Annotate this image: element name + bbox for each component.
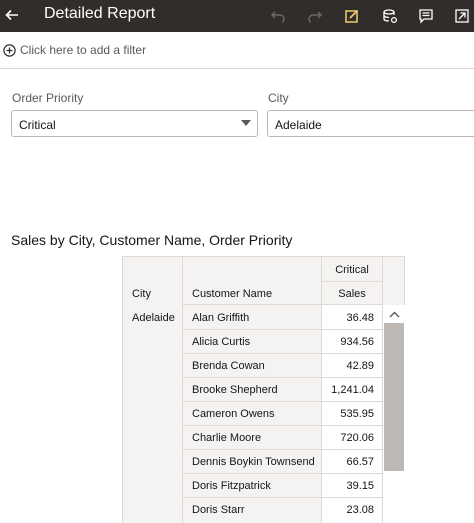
scroll-header-bg bbox=[383, 256, 405, 305]
edit-button[interactable] bbox=[341, 5, 363, 27]
chevron-up-icon bbox=[389, 311, 399, 317]
chevron-down-icon bbox=[241, 120, 251, 126]
row-divider bbox=[183, 353, 383, 354]
back-button[interactable] bbox=[2, 4, 22, 26]
sales-cell: 1,241.04 bbox=[331, 384, 374, 396]
pivot-table: City Customer Name Critical Sales Adelai… bbox=[122, 256, 405, 523]
header-city: City bbox=[132, 288, 151, 300]
comment-button[interactable] bbox=[415, 5, 437, 27]
customer-name-cell: Alan Griffith bbox=[192, 312, 250, 324]
row-divider bbox=[183, 497, 383, 498]
data-button[interactable] bbox=[379, 5, 401, 27]
sales-cell: 535.95 bbox=[340, 408, 374, 420]
top-bar: Detailed Report bbox=[0, 0, 474, 32]
add-filter-label: Click here to add a filter bbox=[20, 43, 147, 57]
grid-line bbox=[183, 304, 383, 305]
row-divider bbox=[183, 329, 383, 330]
data-icon bbox=[383, 9, 398, 24]
sales-cell: 934.56 bbox=[340, 336, 374, 348]
page-title: Detailed Report bbox=[44, 5, 156, 22]
sales-cell: 720.06 bbox=[340, 432, 374, 444]
customer-name-cell: Doris Starr bbox=[192, 504, 245, 516]
customer-name-cell: Dennis Boykin Townsend bbox=[192, 456, 315, 468]
customer-name-cell: Cameron Owens bbox=[192, 408, 275, 420]
row-divider bbox=[183, 425, 383, 426]
header-sales: Sales bbox=[338, 288, 366, 300]
redo-icon bbox=[308, 11, 322, 23]
undo-icon bbox=[271, 11, 285, 23]
sales-cell: 23.08 bbox=[346, 504, 374, 516]
sales-cell: 36.48 bbox=[346, 312, 374, 324]
customer-name-cell: Charlie Moore bbox=[192, 432, 262, 444]
scroll-up-button[interactable] bbox=[387, 308, 401, 320]
customer-name-cell: Brenda Cowan bbox=[192, 360, 265, 372]
grid-line bbox=[182, 256, 183, 523]
add-filter-button[interactable]: Click here to add a filter bbox=[3, 43, 146, 57]
viz-title: Sales by City, Customer Name, Order Prio… bbox=[11, 232, 293, 248]
back-arrow-icon bbox=[5, 9, 18, 21]
undo-button[interactable] bbox=[267, 5, 289, 27]
grid-line bbox=[122, 256, 405, 257]
sales-cell: 42.89 bbox=[346, 360, 374, 372]
comment-icon bbox=[419, 9, 433, 24]
row-divider bbox=[183, 401, 383, 402]
sales-cell: 66.57 bbox=[346, 456, 374, 468]
city-select[interactable]: Adelaide bbox=[267, 110, 474, 137]
sales-cell: 39.15 bbox=[346, 480, 374, 492]
city-cell: Adelaide bbox=[132, 312, 175, 324]
order-priority-label: Order Priority bbox=[12, 91, 84, 105]
customer-name-cell: Doris Fitzpatrick bbox=[192, 480, 271, 492]
grid-line bbox=[404, 256, 405, 305]
export-button[interactable] bbox=[451, 5, 473, 27]
edit-icon bbox=[345, 9, 359, 23]
header-customer-name: Customer Name bbox=[192, 288, 273, 300]
customer-name-cell: Alicia Curtis bbox=[192, 336, 251, 348]
redo-button[interactable] bbox=[304, 5, 326, 27]
city-label: City bbox=[268, 91, 289, 105]
scrollbar-thumb[interactable] bbox=[384, 323, 404, 471]
grid-line bbox=[122, 256, 123, 523]
export-icon bbox=[455, 9, 469, 23]
row-divider bbox=[183, 377, 383, 378]
customer-name-cell: Brooke Shepherd bbox=[192, 384, 278, 396]
header-order-priority: Critical bbox=[335, 264, 369, 276]
row-divider bbox=[183, 473, 383, 474]
order-priority-value: Critical bbox=[19, 118, 56, 132]
row-divider bbox=[183, 449, 383, 450]
order-priority-select[interactable]: Critical bbox=[11, 110, 258, 137]
filter-bar: Click here to add a filter bbox=[0, 32, 474, 69]
city-value: Adelaide bbox=[275, 118, 322, 132]
plus-circle-icon bbox=[3, 43, 16, 57]
grid-line bbox=[321, 281, 383, 282]
